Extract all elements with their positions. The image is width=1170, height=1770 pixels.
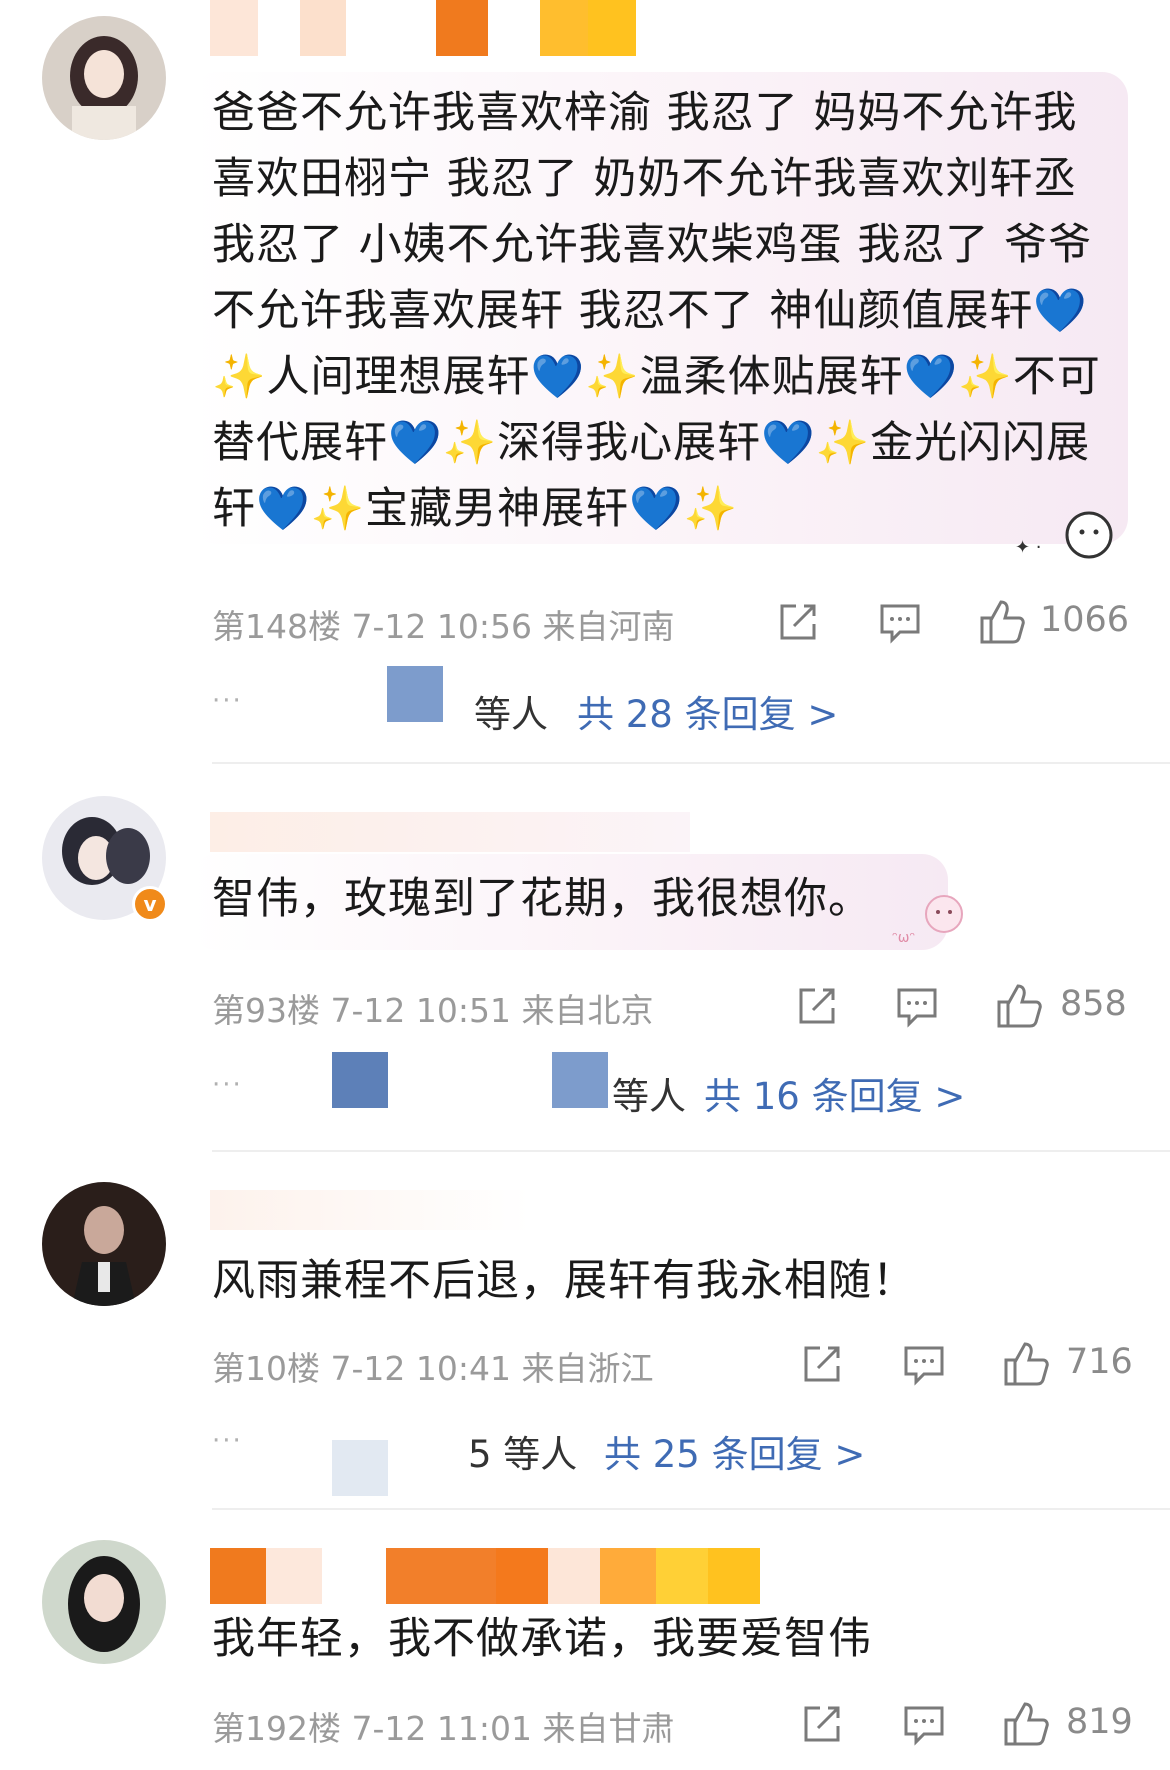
svg-text:ᵔωᵔ: ᵔωᵔ [892,930,915,946]
divider [212,1150,1170,1152]
timestamp: 7-12 10:51 [330,991,512,1030]
username-mosaic [190,0,670,56]
verified-badge-icon: v [132,886,168,922]
avatar-mosaic [387,666,443,722]
location: 来自甘肃 [542,1709,675,1748]
comment-meta: 第10楼 7-12 10:41 来自浙江 [212,1342,654,1390]
username-mosaic [190,1190,570,1230]
location: 来自河南 [542,607,675,646]
view-replies-link[interactable]: 共 28 条回复 > [577,684,838,738]
comment-icon[interactable] [902,1702,946,1750]
comment-text: 爸爸不允许我喜欢梓渝 我忍了 妈妈不允许我喜欢田栩宁 我忍了 奶奶不允许我喜欢刘… [212,88,1101,534]
avatar[interactable] [42,1182,166,1306]
avatar-mosaic [332,1440,388,1496]
floor-number: 第10楼 [212,1349,320,1388]
comment-meta: 第148楼 7-12 10:56 来自河南 [212,600,675,648]
floor-number: 第93楼 [212,991,320,1030]
sticker-icon: ᵔωᵔ [890,890,980,952]
comment-text: 我年轻，我不做承诺，我要爱智伟 [212,1614,872,1664]
avatar[interactable] [42,1540,166,1664]
like-count: 858 [1060,984,1127,1024]
svg-text:✦ ·: ✦ · [1015,537,1042,558]
location: 来自北京 [521,991,654,1030]
more-dots-icon: ··· [212,1426,243,1456]
like-count: 716 [1066,1342,1133,1382]
comment-meta: 第93楼 7-12 10:51 来自北京 [212,984,654,1032]
comment-icon[interactable] [878,600,922,648]
divider [212,1508,1170,1510]
location: 来自浙江 [521,1349,654,1388]
share-icon[interactable] [800,1702,844,1750]
comment-icon[interactable] [902,1342,946,1390]
comment-text: 智伟，玫瑰到了花期，我很想你。 [212,874,872,924]
comment-text: 风雨兼程不后退，展轩有我永相随！ [212,1256,916,1306]
more-dots-icon: ··· [212,1070,243,1100]
thumbs-up-icon[interactable] [1002,1700,1050,1750]
others-label: 等人 [612,1075,686,1118]
share-icon[interactable] [795,984,839,1032]
share-icon[interactable] [776,600,820,648]
sticker-icon: ✦ · [1005,505,1115,569]
username-mosaic [190,812,710,852]
timestamp: 7-12 10:56 [351,607,533,646]
comment-icon[interactable] [895,984,939,1032]
floor-number: 第192楼 [212,1709,341,1748]
share-icon[interactable] [800,1342,844,1390]
avatar-mosaic [552,1052,608,1108]
avatar-mosaic [332,1052,388,1108]
floor-number: 第148楼 [212,607,341,646]
comment-meta: 第192楼 7-12 11:01 来自甘肃 [212,1702,675,1750]
username-mosaic [190,1548,790,1604]
others-label: 5 等人 [468,1433,578,1476]
thumbs-up-icon[interactable] [995,982,1043,1032]
like-count: 1066 [1040,600,1130,640]
avatar[interactable] [42,16,166,140]
more-dots-icon: ··· [212,686,243,716]
view-replies-link[interactable]: 共 25 条回复 > [604,1424,865,1478]
divider [212,762,1170,764]
thumbs-up-icon[interactable] [978,598,1026,648]
timestamp: 7-12 10:41 [330,1349,512,1388]
like-count: 819 [1066,1702,1133,1742]
view-replies-link[interactable]: 共 16 条回复 > [704,1066,965,1120]
timestamp: 7-12 11:01 [351,1709,533,1748]
others-label: 等人 [474,693,548,736]
thumbs-up-icon[interactable] [1002,1340,1050,1390]
